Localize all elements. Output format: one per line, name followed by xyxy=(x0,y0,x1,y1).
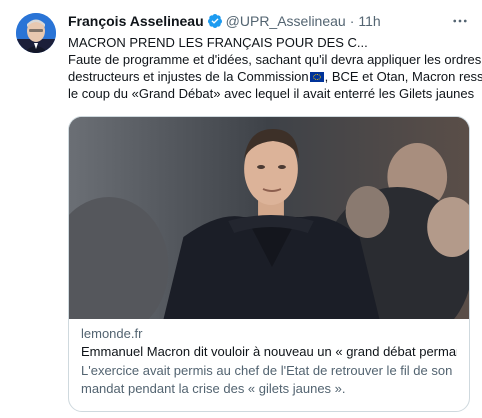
card-description-line: L'exercice avait permis au chef de l'Eta… xyxy=(81,363,453,378)
card-image[interactable] xyxy=(69,117,469,319)
author-handle[interactable]: @UPR_Asselineau xyxy=(226,11,346,31)
tweet-text: MACRON PREND LES FRANÇAIS POUR DES C... … xyxy=(68,34,482,102)
tweet-text-line: Faute de programme et d'idées, sachant q… xyxy=(68,52,482,67)
verified-badge-icon xyxy=(207,13,223,29)
tweet-text-line: le coup du «Grand Débat» avec lequel il … xyxy=(68,86,475,101)
card-description: L'exercice avait permis au chef de l'Eta… xyxy=(81,362,457,398)
eu-flag-icon xyxy=(309,72,324,82)
tweet-text-fragment: , BCE et Otan, Macron ressort xyxy=(324,69,482,84)
card-domain: lemonde.fr xyxy=(81,326,143,341)
tweet[interactable]: François Asselineau @UPR_Asselineau · 11… xyxy=(0,0,482,418)
separator-dot: · xyxy=(349,13,355,29)
link-preview-card[interactable]: lemonde.fr Emmanuel Macron dit vouloir à… xyxy=(68,116,470,412)
tweet-text-fragment: destructeurs et injustes de la Commissio… xyxy=(68,69,309,84)
tweet-timestamp[interactable]: 11h xyxy=(358,11,380,31)
author-avatar[interactable] xyxy=(16,13,56,53)
tweet-text-line: destructeurs et injustes de la Commissio… xyxy=(68,68,482,85)
card-title: Emmanuel Macron dit vouloir à nouveau un… xyxy=(81,344,457,359)
card-description-line: mandat pendant la crise des « gilets jau… xyxy=(81,381,346,396)
author-name[interactable]: François Asselineau xyxy=(68,11,204,31)
more-horizontal-icon[interactable] xyxy=(450,11,470,31)
tweet-text-line: MACRON PREND LES FRANÇAIS POUR DES C... xyxy=(68,35,368,50)
